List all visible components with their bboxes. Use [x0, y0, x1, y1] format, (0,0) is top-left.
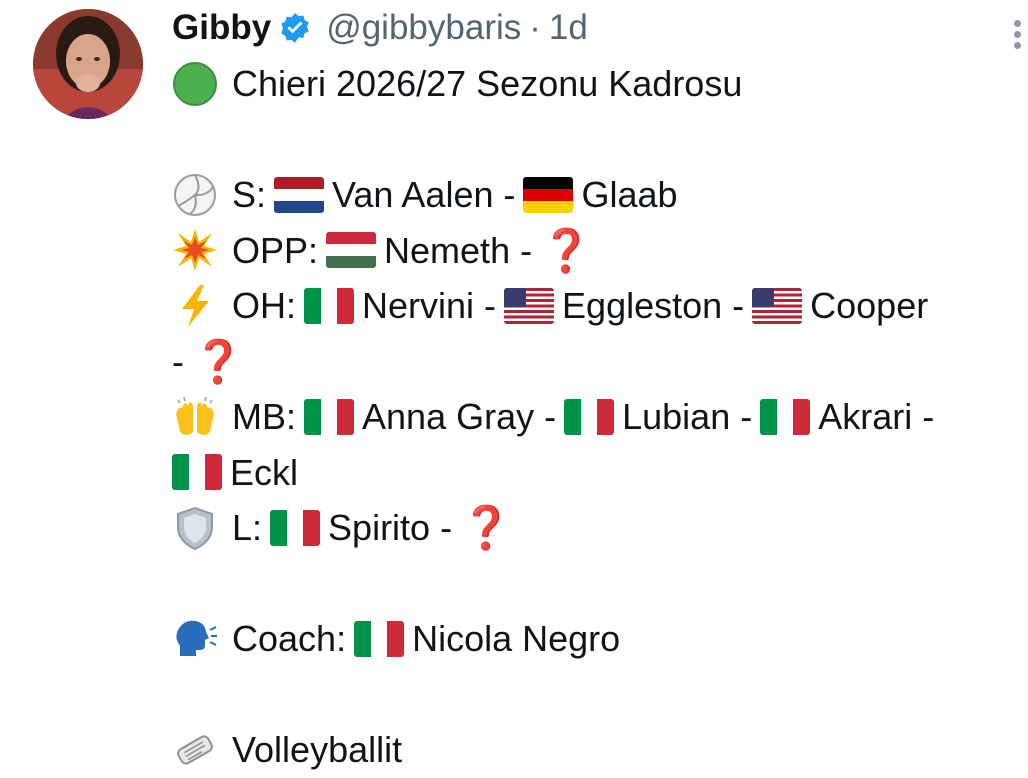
- opposite-label: OPP:: [232, 229, 319, 271]
- newspaper-icon: [172, 727, 218, 773]
- tweet-title: Chieri 2026/27 Sezonu Kadrosu: [232, 63, 743, 104]
- lightning-icon: [172, 283, 218, 329]
- shield-icon: [172, 505, 218, 551]
- middle-blocker-player-2: Lubian -: [622, 396, 753, 437]
- outside-hitter-dash: -: [172, 340, 184, 382]
- italy-flag-icon: [304, 398, 355, 435]
- middle-blocker-line-cont: Eckl: [172, 445, 1028, 501]
- libero-player-1: Spirito -: [328, 507, 453, 548]
- author-name[interactable]: Gibby: [172, 8, 271, 48]
- separator: ·: [529, 8, 541, 47]
- setter-label: S:: [232, 174, 267, 215]
- green-circle-icon: [172, 61, 218, 107]
- avatar[interactable]: [33, 9, 143, 119]
- coach-line: Coach: Nicola Negro: [172, 611, 1028, 667]
- author-handle[interactable]: @gibbybaris: [326, 8, 521, 48]
- verified-badge-icon: [278, 11, 312, 45]
- collision-icon: [172, 227, 218, 273]
- outside-hitter-player-3: Cooper: [810, 285, 929, 326]
- setter-line: S: Van Aalen - Glaab: [172, 167, 1028, 223]
- italy-flag-icon: [270, 509, 321, 546]
- speaking-head-icon: [172, 616, 218, 662]
- opposite-player-1: Nemeth -: [384, 229, 533, 271]
- volleyball-icon: [172, 172, 218, 218]
- libero-line: L: Spirito - ❓: [172, 500, 1028, 556]
- more-options-icon[interactable]: [1014, 20, 1028, 50]
- middle-blocker-line: MB: Anna Gray - Lubian - Akrari -: [172, 389, 1028, 445]
- usa-flag-icon: [752, 287, 803, 324]
- tweet-body: Chieri 2026/27 Sezonu Kadrosu S: Van Aal…: [172, 56, 1028, 778]
- setter-player-1: Van Aalen -: [332, 174, 516, 215]
- coach-label: Coach:: [232, 618, 347, 659]
- netherlands-flag-icon: [274, 176, 325, 213]
- italy-flag-icon: [760, 398, 811, 435]
- libero-label: L:: [232, 507, 263, 548]
- setter-player-2: Glaab: [581, 174, 678, 215]
- germany-flag-icon: [523, 176, 574, 213]
- timestamp[interactable]: 1d: [549, 8, 588, 48]
- question-mark-icon: ❓: [460, 504, 513, 551]
- italy-flag-icon: [172, 454, 222, 491]
- outside-hitter-label: OH:: [232, 285, 297, 326]
- question-mark-icon: ❓: [540, 226, 593, 274]
- outside-hitter-player-2: Eggleston -: [562, 285, 745, 326]
- usa-flag-icon: [504, 287, 555, 324]
- raised-hands-icon: [172, 394, 218, 440]
- source-line: Volleyballit: [172, 722, 1028, 778]
- hungary-flag-icon: [326, 232, 377, 269]
- tweet-title-line: Chieri 2026/27 Sezonu Kadrosu: [172, 56, 1028, 112]
- outside-hitter-player-1: Nervini -: [362, 285, 497, 326]
- italy-flag-icon: [564, 398, 615, 435]
- opposite-line: OPP: Nemeth - ❓: [172, 223, 1028, 279]
- outside-hitter-line: OH: Nervini - Eggleston - Cooper: [172, 278, 1028, 334]
- italy-flag-icon: [354, 620, 405, 657]
- source-name: Volleyballit: [232, 729, 403, 770]
- coach-name: Nicola Negro: [412, 618, 621, 659]
- middle-blocker-player-1: Anna Gray -: [362, 396, 557, 437]
- middle-blocker-player-3: Akrari -: [818, 396, 935, 437]
- italy-flag-icon: [304, 287, 355, 324]
- middle-blocker-player-4: Eckl: [230, 451, 299, 493]
- question-mark-icon: ❓: [192, 337, 245, 385]
- tweet-header: Gibby @gibbybaris · 1d: [172, 6, 588, 50]
- outside-hitter-line-cont: - ❓: [172, 334, 1028, 390]
- middle-blocker-label: MB:: [232, 396, 297, 437]
